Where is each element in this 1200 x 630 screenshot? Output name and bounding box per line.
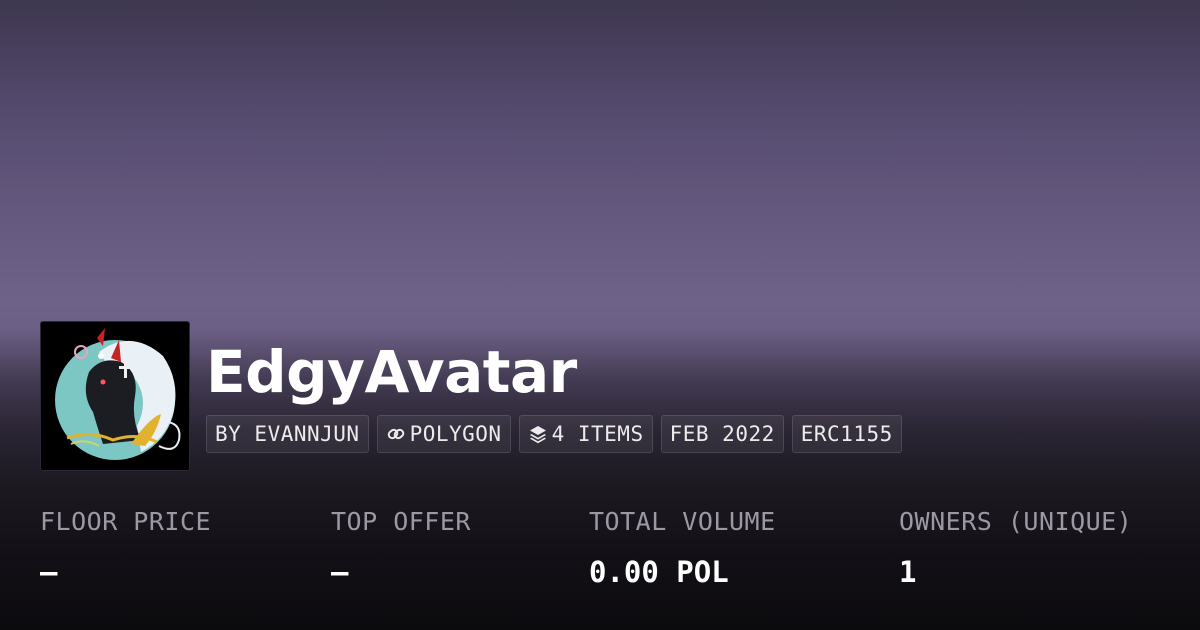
tag-chain[interactable]: POLYGON xyxy=(376,415,511,453)
chain-link-icon xyxy=(386,424,406,444)
stat-total-volume-value: 0.00 POL xyxy=(589,555,729,589)
stat-floor-price-value: – xyxy=(40,555,58,589)
collection-preview-card: EdgyAvatar BY EVANNJUN POLYGON 4 ITEMS F… xyxy=(0,0,1200,630)
stat-total-volume: TOTAL VOLUME 0.00 POL xyxy=(589,502,776,592)
collection-avatar[interactable] xyxy=(40,321,190,471)
layers-icon xyxy=(528,424,548,444)
avatar-illustration xyxy=(41,322,189,470)
stat-floor-price-label: FLOOR PRICE xyxy=(40,507,212,536)
stat-floor-price: FLOOR PRICE – xyxy=(40,502,211,592)
stat-top-offer-label: TOP OFFER xyxy=(331,507,471,536)
stat-owners-value: 1 xyxy=(899,555,917,589)
tag-creator[interactable]: BY EVANNJUN xyxy=(206,415,369,453)
tag-created-date[interactable]: FEB 2022 xyxy=(660,415,784,453)
tag-creator-label: BY EVANNJUN xyxy=(215,422,360,446)
stat-owners: OWNERS (UNIQUE) 1 xyxy=(899,502,1132,592)
tag-created-date-label: FEB 2022 xyxy=(669,422,775,446)
collection-tag-list: BY EVANNJUN POLYGON 4 ITEMS FEB 2022 ERC… xyxy=(206,415,902,453)
tag-chain-label: POLYGON xyxy=(409,422,502,446)
tag-item-count[interactable]: 4 ITEMS xyxy=(518,415,653,453)
stat-top-offer: TOP OFFER – xyxy=(331,502,471,592)
stat-owners-label: OWNERS (UNIQUE) xyxy=(899,507,1133,536)
tag-token-standard[interactable]: ERC1155 xyxy=(791,415,902,453)
stat-top-offer-value: – xyxy=(331,555,349,589)
collection-title: EdgyAvatar xyxy=(206,338,577,406)
tag-token-standard-label: ERC1155 xyxy=(800,422,893,446)
stat-total-volume-label: TOTAL VOLUME xyxy=(589,507,776,536)
tag-item-count-label: 4 ITEMS xyxy=(551,422,644,446)
